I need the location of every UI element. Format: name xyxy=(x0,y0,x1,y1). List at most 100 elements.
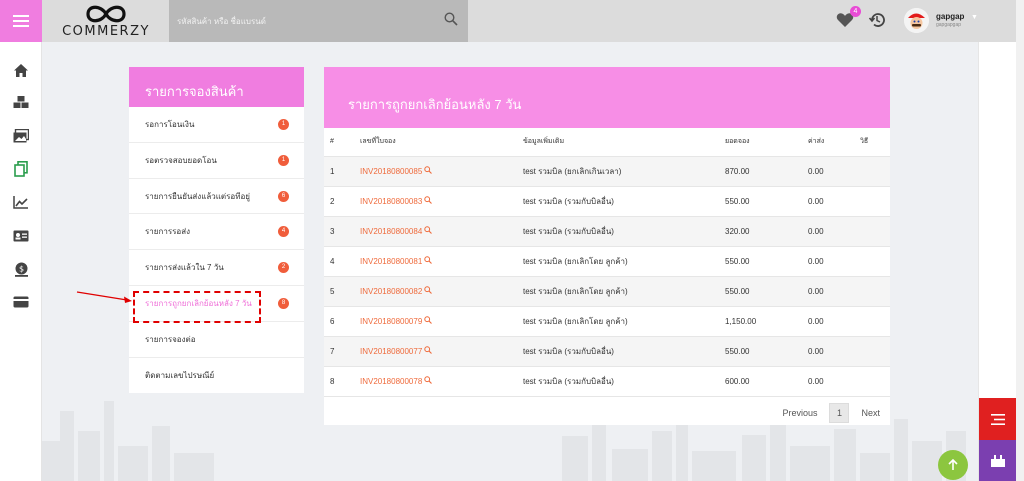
count-badge: 4 xyxy=(278,226,289,238)
boxes-icon[interactable] xyxy=(13,94,29,110)
order-info-text: test รวมบิล (ยกเลิกโดย ลูกค้า) xyxy=(523,256,628,266)
count-badge: 1 xyxy=(278,154,289,166)
invoice-link-text[interactable]: INV20180800085 xyxy=(360,167,422,176)
search-icon[interactable] xyxy=(424,166,433,174)
pagination-next[interactable]: Next xyxy=(861,408,880,418)
invoice-link[interactable]: INV20180800083 xyxy=(360,186,523,217)
table-row[interactable]: 4 INV20180800081 test รวมบิล (ยกเลิกโดย ลู… xyxy=(324,246,890,277)
search-icon[interactable] xyxy=(444,12,458,26)
shipping-cost-text: 0.00 xyxy=(808,286,824,296)
copy-icon[interactable] xyxy=(13,161,29,177)
table-row[interactable]: 2 INV20180800083 test รวมบิล (รวมกับบิลอื่… xyxy=(324,186,890,217)
wishlist-count-badge: 4 xyxy=(850,6,861,17)
menu-item-shipped-7-days[interactable]: รายการส่งแล้วใน 7 วัน 2 xyxy=(129,250,304,286)
table-row[interactable]: 7 INV20180800077 test รวมบิล (รวมกับบิลอื่… xyxy=(324,336,890,367)
table-row[interactable]: 1 INV20180800085 test รวมบิล (ยกเลิกเกินเว… xyxy=(324,156,890,187)
hamburger-menu-button[interactable] xyxy=(0,0,42,42)
money-icon[interactable]: $ xyxy=(13,261,29,277)
invoice-link[interactable]: INV20180800082 xyxy=(360,276,523,307)
search-icon[interactable] xyxy=(424,316,433,324)
table-row[interactable]: 3 INV20180800084 test รวมบิล (รวมกับบิลอื่… xyxy=(324,216,890,247)
search-icon[interactable] xyxy=(424,226,433,234)
menu-item-verify-transfer[interactable]: รอตรวจสอบยอดโอน 1 xyxy=(129,143,304,179)
list-icon xyxy=(990,413,1005,425)
pagination-page-1[interactable]: 1 xyxy=(829,403,850,423)
invoice-link[interactable]: INV20180800079 xyxy=(360,306,523,337)
order-method xyxy=(860,216,890,247)
search-icon[interactable] xyxy=(424,196,433,204)
menu-item-label: รายการจองต่อ xyxy=(145,334,196,344)
order-info-text: test รวมบิล (รวมกับบิลอื่น) xyxy=(523,346,614,356)
cart-button[interactable] xyxy=(979,440,1016,481)
pagination: Previous 1 Next xyxy=(782,403,880,423)
user-avatar[interactable] xyxy=(904,8,929,33)
chart-icon[interactable] xyxy=(13,194,29,210)
order-info: test รวมบิล (ยกเลิกโดย ลูกค้า) xyxy=(523,276,725,307)
invoice-link-text[interactable]: INV20180800078 xyxy=(360,377,422,386)
invoice-link[interactable]: INV20180800077 xyxy=(360,336,523,367)
logo[interactable]: COMMERZY xyxy=(56,3,156,41)
pagination-previous[interactable]: Previous xyxy=(782,408,817,418)
menu-item-label: ติดตามเลขไปรษณีย์ xyxy=(145,370,215,380)
svg-text:$: $ xyxy=(18,264,23,273)
menu-title: รายการจองสินค้า xyxy=(129,67,304,107)
basket-icon xyxy=(990,454,1005,467)
invoice-link-text[interactable]: INV20180800082 xyxy=(360,287,422,296)
shipping-cost: 0.00 xyxy=(808,366,860,397)
row-number-text: 2 xyxy=(330,196,335,206)
invoice-link-text[interactable]: INV20180800083 xyxy=(360,197,422,206)
scroll-to-top-button[interactable] xyxy=(938,450,968,480)
count-badge: 8 xyxy=(278,297,289,309)
menu-item-confirmed-awaiting-address[interactable]: รายการยืนยันส่งแล้วแต่รอทีอยู่ 6 xyxy=(129,179,304,215)
search-icon[interactable] xyxy=(424,286,433,294)
invoice-link[interactable]: INV20180800078 xyxy=(360,366,523,397)
table-row[interactable]: 5 INV20180800082 test รวมบิล (ยกเลิกโดย ลู… xyxy=(324,276,890,307)
home-icon[interactable] xyxy=(13,62,29,78)
menu-item-track-postal[interactable]: ติดตามเลขไปรษณีย์ xyxy=(129,358,304,394)
chevron-down-icon[interactable]: ▼ xyxy=(971,14,978,21)
search-icon[interactable] xyxy=(424,376,433,384)
shipping-cost: 0.00 xyxy=(808,276,860,307)
menu-item-awaiting-shipment[interactable]: รายการรอส่ง 4 xyxy=(129,214,304,251)
list-toggle-button[interactable] xyxy=(979,398,1016,440)
table-row[interactable]: 8 INV20180800078 test รวมบิล (รวมกับบิลอื่… xyxy=(324,366,890,397)
row-number-text: 8 xyxy=(330,376,335,386)
search-icon[interactable] xyxy=(424,256,433,264)
scrollbar[interactable] xyxy=(1016,0,1024,481)
table-row[interactable]: 6 INV20180800079 test รวมบิล (ยกเลิกโดย ลู… xyxy=(324,306,890,337)
row-number: 4 xyxy=(324,246,360,277)
column-header-no: # xyxy=(324,128,360,157)
credit-card-icon[interactable] xyxy=(13,294,29,310)
menu-item-awaiting-transfer[interactable]: รอการโอนเงิน 1 xyxy=(129,107,304,143)
row-number-text: 5 xyxy=(330,286,335,296)
shipping-cost-text: 0.00 xyxy=(808,376,824,386)
order-method xyxy=(860,156,890,187)
reservation-menu-card: รายการจองสินค้า รอการโอนเงิน 1 รอตรวจสอบ… xyxy=(129,67,304,393)
order-amount: 1,150.00 xyxy=(725,306,808,337)
invoice-link-text[interactable]: INV20180800084 xyxy=(360,227,422,236)
row-number: 6 xyxy=(324,306,360,337)
user-name[interactable]: gapgap xyxy=(936,12,964,21)
order-method xyxy=(860,246,890,277)
id-card-icon[interactable] xyxy=(13,228,29,244)
invoice-link[interactable]: INV20180800084 xyxy=(360,216,523,247)
invoice-link-text[interactable]: INV20180800077 xyxy=(360,347,422,356)
menu-item-continue-reservation[interactable]: รายการจองต่อ xyxy=(129,322,304,358)
photos-icon[interactable] xyxy=(13,128,29,144)
order-amount-text: 320.00 xyxy=(725,226,750,236)
column-header-info: ข้อมูลเพิ่มเติม xyxy=(523,128,725,157)
order-info: test รวมบิล (รวมกับบิลอื่น) xyxy=(523,336,725,367)
search-box xyxy=(169,0,468,42)
search-icon[interactable] xyxy=(424,346,433,354)
history-icon[interactable] xyxy=(868,11,886,29)
invoice-link-text[interactable]: INV20180800081 xyxy=(360,257,422,266)
shipping-cost: 0.00 xyxy=(808,216,860,247)
order-amount-text: 550.00 xyxy=(725,196,750,206)
search-input[interactable] xyxy=(169,0,468,42)
invoice-link-text[interactable]: INV20180800079 xyxy=(360,317,422,326)
cancelled-orders-card: รายการถูกยกเลิกย้อนหลัง 7 วัน # เลขที่ใบ… xyxy=(324,67,890,425)
order-amount-text: 550.00 xyxy=(725,346,750,356)
invoice-link[interactable]: INV20180800081 xyxy=(360,246,523,277)
order-info-text: test รวมบิล (รวมกับบิลอื่น) xyxy=(523,376,614,386)
invoice-link[interactable]: INV20180800085 xyxy=(360,156,523,187)
